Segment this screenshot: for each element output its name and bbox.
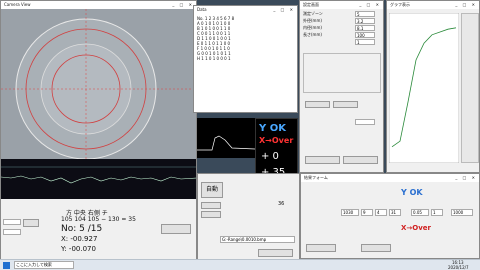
control-panel: 自動 36 G:-Range\0.0010.bmp <box>197 173 300 268</box>
result-val-5[interactable]: 1 <box>431 209 443 216</box>
settings-field-5[interactable] <box>355 119 375 125</box>
result-btn-1[interactable] <box>306 244 336 252</box>
calc-row: 105 104 105 − 130 = 35 <box>61 216 136 223</box>
settings-btn-3[interactable] <box>305 156 340 164</box>
settings-field-2[interactable]: 8.1 <box>355 25 375 31</box>
settings-label-1: 外径(mm) <box>303 18 322 23</box>
save-button[interactable] <box>258 249 293 257</box>
status-val1: + 0 <box>261 151 279 162</box>
counter-label: No: 5 /15 <box>61 224 103 234</box>
listing-titlebar[interactable]: Data _ □ ✕ <box>194 6 297 14</box>
settings-field-3[interactable]: 100 <box>355 32 375 38</box>
camera-titlebar[interactable]: Camera View _ □ ✕ <box>1 1 196 9</box>
settings-label-0: 測定ゾーン <box>303 11 323 16</box>
listing-window: Data _ □ ✕ No. 1 2 3 4 5 6 7 8 A 0 1 0 1 … <box>193 5 298 113</box>
camera-window: Camera View _ □ ✕ 方 中央 右側 チ No: 5 /15 X: … <box>0 0 197 268</box>
result-xover: X→Over <box>401 224 431 232</box>
status-xover: X→Over <box>259 136 294 145</box>
settings-label-2: 内径(mm) <box>303 25 322 30</box>
start-icon[interactable] <box>3 262 10 269</box>
graph-window: グラフ表示 _ □ ✕ <box>386 0 480 173</box>
result-val-4[interactable]: 0.05 <box>411 209 429 216</box>
result-title: 結果フォーム <box>304 175 328 180</box>
side-field[interactable] <box>3 219 21 225</box>
x-readout: X: -00.927 <box>61 235 98 243</box>
stop-button[interactable] <box>201 211 221 218</box>
graph-titlebar[interactable]: グラフ表示 _ □ ✕ <box>387 1 479 9</box>
settings-title: 設定画面 <box>303 2 319 7</box>
settings-btn-1[interactable] <box>305 101 330 108</box>
side-field-2[interactable] <box>3 229 21 235</box>
auto-button[interactable]: 自動 <box>201 182 223 198</box>
result-val-3[interactable]: 31 <box>389 209 401 216</box>
settings-field-1[interactable]: 3.2 <box>355 18 375 24</box>
taskbar: ここに入力して検索 16:13 2020/12/7 <box>0 259 480 270</box>
settings-field-0[interactable]: 5 <box>355 11 375 17</box>
mini-graph <box>197 118 255 158</box>
result-yok: Y OK <box>401 188 423 197</box>
next-button[interactable] <box>161 224 191 234</box>
file-field[interactable]: G:-Range\0.0010.bmp <box>220 236 295 243</box>
status-yok: Y OK <box>259 123 286 134</box>
result-val-0[interactable]: 1030 <box>341 209 359 216</box>
result-val-6[interactable]: 1000 <box>451 209 473 216</box>
graph-side-panel <box>461 13 479 163</box>
settings-field-4[interactable]: 1 <box>355 39 375 45</box>
side-button[interactable] <box>23 219 39 227</box>
result-btn-2[interactable] <box>361 244 391 252</box>
settings-btn-4[interactable] <box>343 156 378 164</box>
taskbar-search[interactable]: ここに入力して検索 <box>14 261 74 269</box>
profile-line <box>1 159 196 199</box>
mid-num: 36 <box>278 201 285 207</box>
result-val-1[interactable]: 9 <box>361 209 373 216</box>
listing-line-8: H 1 1 0 1 0 0 0 1 <box>197 56 231 61</box>
settings-window: 設定画面 _ □ ✕ 測定ゾーン 外径(mm) 内径(mm) 長さ(mm) 5 3… <box>299 0 384 173</box>
y-readout: Y: -00.070 <box>61 245 96 253</box>
settings-titlebar[interactable]: 設定画面 _ □ ✕ <box>300 1 383 9</box>
camera-title: Camera View <box>4 2 31 7</box>
settings-btn-2[interactable] <box>333 101 358 108</box>
result-window: 結果フォーム _ □ ✕ Y OK X→Over 1030 9 4 31 0.05… <box>300 173 480 259</box>
graph-title: グラフ表示 <box>390 2 410 7</box>
result-titlebar[interactable]: 結果フォーム _ □ ✕ <box>301 174 479 182</box>
bottom-panel: 方 中央 右側 チ No: 5 /15 X: -00.927 Y: -00.07… <box>1 199 196 261</box>
taskbar-date: 2020/12/7 <box>448 265 469 270</box>
start-button[interactable] <box>201 202 221 209</box>
result-val-2[interactable]: 4 <box>375 209 387 216</box>
graph-plot <box>389 13 459 163</box>
settings-label-3: 長さ(mm) <box>303 32 322 37</box>
settings-group-box <box>303 53 381 93</box>
camera-image <box>1 9 196 159</box>
